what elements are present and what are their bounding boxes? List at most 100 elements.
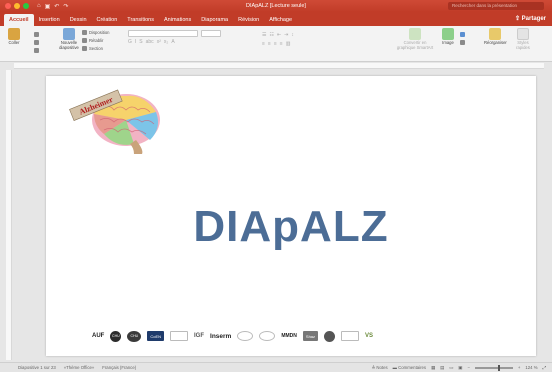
tab-dessin[interactable]: Dessin [65,14,92,26]
slide-sorter-icon[interactable]: ▤ [440,365,444,371]
indent-decrease-icon[interactable]: ⇤ [277,32,281,38]
zoom-level[interactable]: 124 % [525,365,537,370]
layout-button[interactable]: Disposition [82,28,109,36]
underline-icon[interactable]: S [139,39,142,45]
share-button[interactable]: ⇪ Partager [515,15,546,22]
inserm-logo: Inserm [210,332,232,340]
quick-styles-label: Styles rapides [516,40,530,50]
status-bar: Diapositive 1 sur 23 «Thème Office» Fran… [0,362,552,372]
tab-creation[interactable]: Création [92,14,123,26]
zoom-window-button[interactable] [23,3,29,9]
fit-slide-icon[interactable]: ⤢ [543,365,546,370]
arrange-button[interactable]: Réorganiser [484,28,507,45]
search-input[interactable]: Rechercher dans la présentation [448,2,544,10]
ribbon-tabs: Accueil Insertion Dessin Création Transi… [0,12,552,26]
paste-label: Coller [8,40,20,45]
home-icon[interactable]: ⌂ [37,3,41,10]
quick-styles-button[interactable]: Styles rapides [512,28,534,50]
horizontal-ruler[interactable] [14,63,544,69]
normal-view-icon[interactable]: ▦ [431,365,435,371]
university-logo [324,330,336,342]
paragraph-group: ☰ ☷ ⇤ ⇥ ↕ ≡ ≡ ≡ ≡ ▥ [262,30,294,48]
tab-accueil[interactable]: Accueil [4,14,34,26]
zoom-slider-thumb[interactable] [497,364,500,371]
vertical-ruler[interactable] [6,70,12,360]
zoom-slider[interactable] [474,364,513,371]
align-right-icon[interactable]: ≡ [274,41,277,47]
share-label: Partager [521,16,546,22]
font-name-select[interactable] [128,30,198,37]
new-slide-button[interactable]: Nouvelle diapositive [56,28,82,50]
arrange-label: Réorganiser [484,40,507,45]
list-row: ☰ ☷ ⇤ ⇥ ↕ [262,30,294,39]
shapes-icon[interactable] [460,31,465,37]
comments-button[interactable]: ▬ Commentaires [393,365,426,370]
smartart-icon [409,28,421,40]
reading-view-icon[interactable]: ▭ [449,365,453,371]
indent-increase-icon[interactable]: ⇥ [284,32,288,38]
tab-diaporama[interactable]: Diaporama [196,14,233,26]
close-window-button[interactable] [5,3,11,9]
align-center-icon[interactable]: ≡ [268,41,271,47]
chu-logo: CHU [110,330,122,342]
tab-transitions[interactable]: Transitions [122,14,159,26]
clipboard-small-tools [34,30,39,54]
convert-smartart-label: Convertir en graphique SmartArt [396,40,434,50]
layout-icon [82,29,87,35]
font-format-row: G I S abc x² x₂ A [128,37,221,46]
subscript-icon[interactable]: x₂ [164,39,168,45]
window-controls [5,3,29,9]
image-button[interactable]: Image [442,28,454,45]
reset-button[interactable]: Rétablir [82,36,109,44]
zoom-out-icon[interactable]: − [467,365,470,370]
textbox-icon[interactable] [460,39,465,45]
image-label: Image [442,40,454,45]
superscript-icon[interactable]: x² [157,39,161,45]
bullets-icon[interactable]: ☰ [262,32,266,38]
partner-logo-8 [237,331,254,341]
notes-button[interactable]: ≙ Notes [372,365,388,371]
tab-revision[interactable]: Révision [233,14,264,26]
slides-group: Disposition Rétablir Section [82,28,109,52]
columns-icon[interactable]: ▥ [286,41,291,47]
strikethrough-icon[interactable]: abc [146,39,154,45]
clipboard-icon [8,28,20,40]
align-left-icon[interactable]: ≡ [262,41,265,47]
alzheimer-brain-logo[interactable]: Alzheimer [64,84,166,154]
bold-icon[interactable]: G [128,39,132,45]
zoom-in-icon[interactable]: + [518,365,521,370]
copy-icon[interactable] [34,39,39,45]
language[interactable]: Français (France) [102,365,136,370]
justify-icon[interactable]: ≡ [280,41,283,47]
cut-icon[interactable] [34,31,39,37]
new-slide-icon [63,28,75,40]
notes-label: Notes [376,364,388,370]
quick-access-toolbar: ⌂ ▣ ↶ ↷ [37,3,68,10]
font-size-select[interactable] [201,30,221,37]
undo-icon[interactable]: ↶ [54,3,59,10]
redo-icon[interactable]: ↷ [63,3,68,10]
chu-logo-2: CHU [127,330,142,342]
slide-title[interactable]: DIApALZ [184,202,398,252]
italic-icon[interactable]: I [135,39,136,45]
convert-smartart-button[interactable]: Convertir en graphique SmartArt [394,28,436,50]
numbering-icon[interactable]: ☷ [269,32,273,38]
tab-animations[interactable]: Animations [159,14,196,26]
save-icon[interactable]: ▣ [45,3,51,10]
partner-logo-13 [341,331,360,341]
slide-canvas[interactable]: Alzheimer DIApALZ AUF CHU CHU CoEN IGF I… [46,76,536,356]
slideshow-icon[interactable]: ▣ [458,365,462,371]
tab-affichage[interactable]: Affichage [264,14,297,26]
minimize-window-button[interactable] [14,3,20,9]
paste-button[interactable]: Coller [8,28,20,45]
section-icon [82,45,87,51]
arrange-icon [489,28,502,40]
section-button[interactable]: Section [82,44,109,52]
partner-logo-5 [170,331,189,341]
font-color-icon[interactable]: A [171,39,174,45]
format-painter-icon[interactable] [34,47,39,53]
line-spacing-icon[interactable]: ↕ [291,32,294,38]
tab-insertion[interactable]: Insertion [34,14,65,26]
reset-label: Rétablir [89,37,104,43]
shapes-group [460,30,465,46]
